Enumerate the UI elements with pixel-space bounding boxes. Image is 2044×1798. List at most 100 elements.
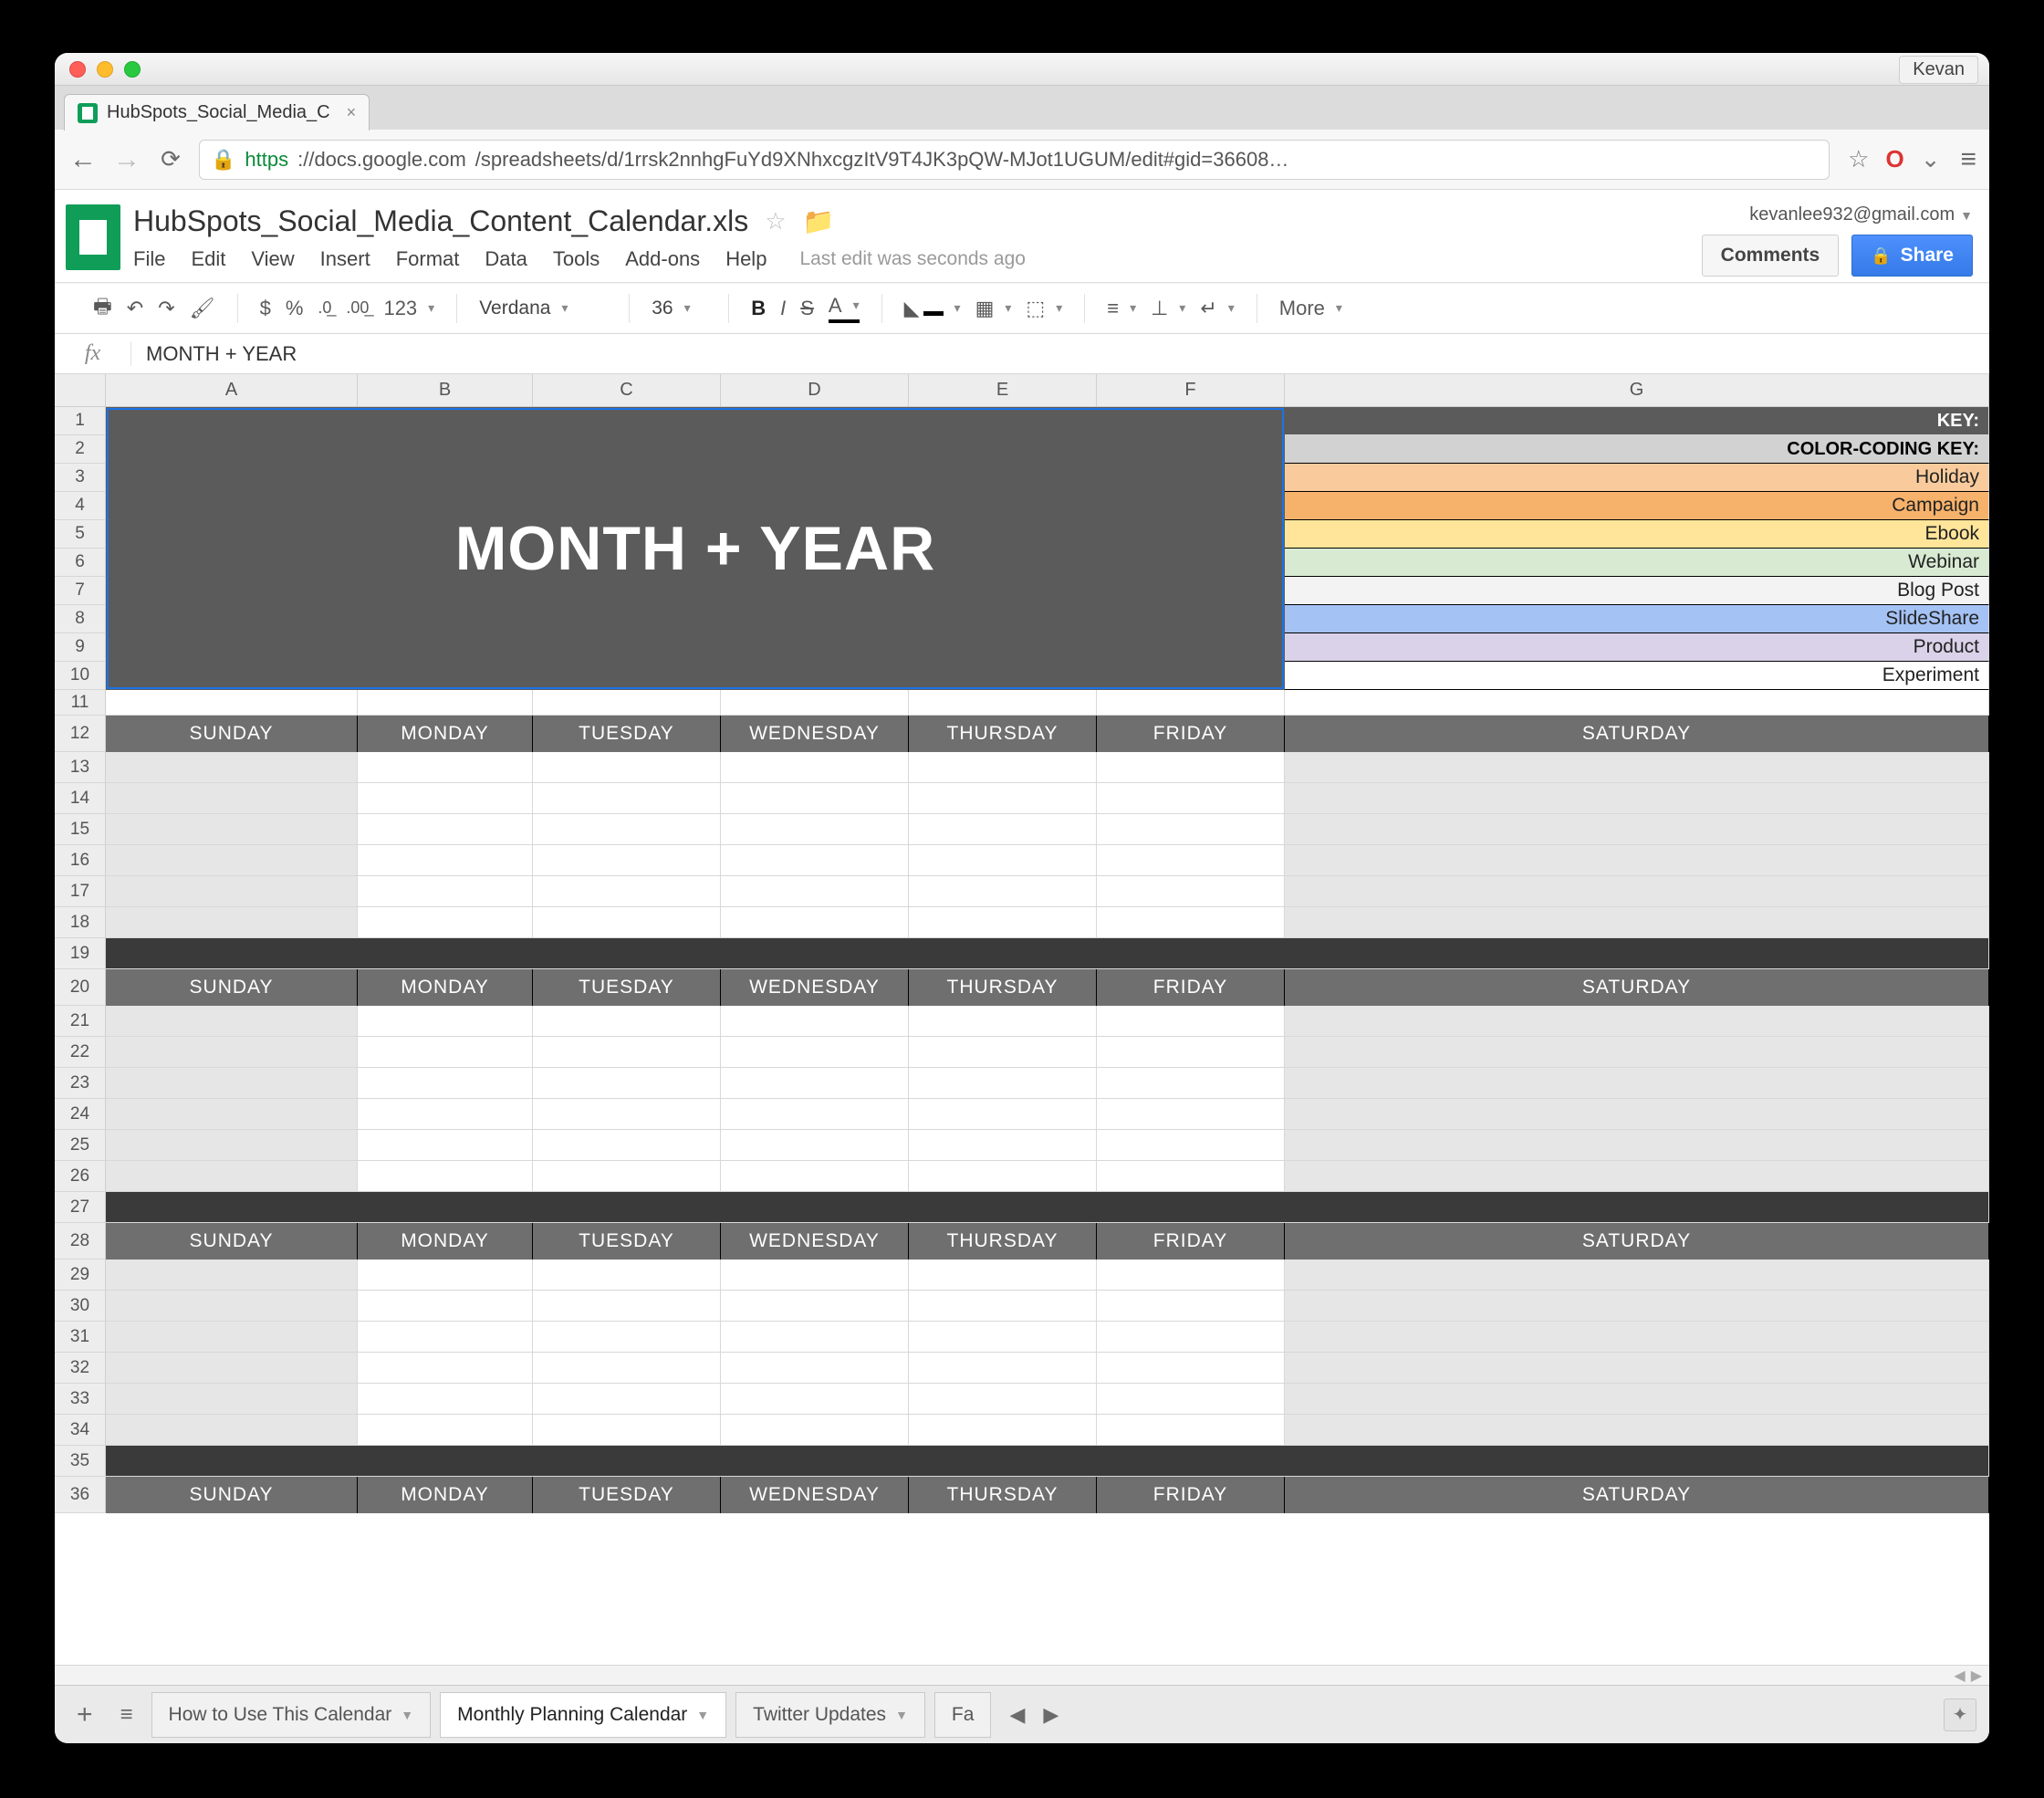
key-subheader-cell[interactable]: COLOR-CODING KEY:	[1285, 435, 1989, 464]
menu-file[interactable]: File	[133, 247, 165, 271]
calendar-cell[interactable]	[909, 876, 1097, 907]
calendar-cell[interactable]	[909, 1260, 1097, 1291]
calendar-cell[interactable]	[721, 876, 909, 907]
borders-button[interactable]: ▦	[975, 297, 1012, 320]
day-header-cell[interactable]: WEDNESDAY	[721, 1477, 909, 1513]
undo-button[interactable]: ↶	[127, 297, 143, 320]
row-header[interactable]: 30	[55, 1291, 106, 1322]
sheets-logo[interactable]	[66, 204, 120, 270]
calendar-cell[interactable]	[1285, 1006, 1989, 1037]
comments-button[interactable]: Comments	[1702, 235, 1840, 277]
calendar-cell[interactable]	[358, 1353, 533, 1384]
calendar-cell[interactable]	[721, 1291, 909, 1322]
pocket-icon[interactable]: ⌄	[1921, 145, 1941, 173]
calendar-cell[interactable]	[909, 1291, 1097, 1322]
row-header[interactable]: 12	[55, 716, 106, 752]
sheet-tab[interactable]: Monthly Planning Calendar▼	[440, 1692, 726, 1738]
calendar-cell[interactable]	[533, 783, 721, 814]
calendar-cell[interactable]	[1097, 907, 1285, 938]
calendar-cell[interactable]	[106, 1099, 358, 1130]
calendar-cell[interactable]	[533, 1099, 721, 1130]
row-header[interactable]: 7	[55, 577, 106, 605]
day-header-cell[interactable]: SATURDAY	[1285, 716, 1989, 752]
row-header[interactable]: 14	[55, 783, 106, 814]
row-header[interactable]: 18	[55, 907, 106, 938]
calendar-cell[interactable]	[1097, 1291, 1285, 1322]
menu-addons[interactable]: Add-ons	[625, 247, 700, 271]
calendar-cell[interactable]	[721, 752, 909, 783]
row-header[interactable]: 5	[55, 520, 106, 549]
calendar-cell[interactable]	[533, 1130, 721, 1161]
calendar-cell[interactable]	[1285, 1353, 1989, 1384]
toolbar-more-menu[interactable]: More	[1279, 297, 1342, 320]
reload-button[interactable]: ⟳	[155, 145, 186, 173]
calendar-cell[interactable]	[721, 1384, 909, 1415]
strikethrough-button[interactable]: S	[800, 297, 814, 320]
key-item-cell[interactable]: Blog Post	[1285, 577, 1989, 605]
calendar-cell[interactable]	[358, 1260, 533, 1291]
row-header[interactable]: 10	[55, 662, 106, 690]
calendar-cell[interactable]	[1285, 876, 1989, 907]
day-header-cell[interactable]: MONDAY	[358, 1223, 533, 1260]
day-header-cell[interactable]: THURSDAY	[909, 716, 1097, 752]
calendar-cell[interactable]	[1097, 1099, 1285, 1130]
zoom-window-button[interactable]	[124, 61, 141, 78]
text-wrap-button[interactable]: ↵	[1200, 297, 1234, 320]
calendar-cell[interactable]	[909, 1099, 1097, 1130]
calendar-cell[interactable]	[721, 1353, 909, 1384]
calendar-cell[interactable]	[721, 1068, 909, 1099]
calendar-cell[interactable]	[721, 1006, 909, 1037]
calendar-cell[interactable]	[1285, 845, 1989, 876]
column-header[interactable]: B	[358, 374, 533, 406]
calendar-cell[interactable]	[1285, 1161, 1989, 1192]
format-percent-button[interactable]: %	[286, 297, 304, 320]
calendar-cell[interactable]	[721, 1415, 909, 1446]
calendar-cell[interactable]	[909, 752, 1097, 783]
calendar-cell[interactable]	[106, 752, 358, 783]
calendar-cell[interactable]	[533, 1161, 721, 1192]
calendar-cell[interactable]	[1097, 1415, 1285, 1446]
star-document-button[interactable]: ☆	[765, 207, 786, 235]
calendar-cell[interactable]	[721, 1161, 909, 1192]
column-header[interactable]: E	[909, 374, 1097, 406]
calendar-cell[interactable]	[106, 1415, 358, 1446]
row-header[interactable]: 24	[55, 1099, 106, 1130]
calendar-cell[interactable]	[533, 1260, 721, 1291]
calendar-cell[interactable]	[106, 814, 358, 845]
row-header[interactable]: 17	[55, 876, 106, 907]
formula-input[interactable]: MONTH + YEAR	[131, 342, 1989, 366]
row-header[interactable]: 34	[55, 1415, 106, 1446]
print-button[interactable]: 🖶	[93, 291, 112, 326]
calendar-cell[interactable]	[106, 1291, 358, 1322]
row-header[interactable]: 16	[55, 845, 106, 876]
day-header-cell[interactable]: SUNDAY	[106, 1223, 358, 1260]
calendar-cell[interactable]	[358, 1037, 533, 1068]
day-header-cell[interactable]: TUESDAY	[533, 969, 721, 1006]
row-header[interactable]: 26	[55, 1161, 106, 1192]
calendar-cell[interactable]	[1097, 1260, 1285, 1291]
row-header[interactable]: 31	[55, 1322, 106, 1353]
day-header-cell[interactable]: FRIDAY	[1097, 969, 1285, 1006]
calendar-cell[interactable]	[358, 876, 533, 907]
row-header[interactable]: 21	[55, 1006, 106, 1037]
day-header-cell[interactable]: SUNDAY	[106, 969, 358, 1006]
day-header-cell[interactable]: SATURDAY	[1285, 969, 1989, 1006]
row-header[interactable]: 2	[55, 435, 106, 464]
calendar-cell[interactable]	[106, 1322, 358, 1353]
calendar-cell[interactable]	[533, 1322, 721, 1353]
day-header-cell[interactable]: SATURDAY	[1285, 1223, 1989, 1260]
calendar-cell[interactable]	[533, 1068, 721, 1099]
day-header-cell[interactable]: THURSDAY	[909, 1223, 1097, 1260]
calendar-cell[interactable]	[106, 783, 358, 814]
row-header[interactable]: 15	[55, 814, 106, 845]
add-sheet-button[interactable]: +	[68, 1699, 102, 1730]
cell[interactable]	[533, 690, 721, 716]
calendar-cell[interactable]	[1285, 1037, 1989, 1068]
calendar-cell[interactable]	[909, 814, 1097, 845]
calendar-cell[interactable]	[358, 1161, 533, 1192]
row-header[interactable]: 27	[55, 1192, 106, 1223]
move-to-folder-button[interactable]: 📁	[803, 206, 835, 236]
calendar-cell[interactable]	[358, 1099, 533, 1130]
calendar-cell[interactable]	[1097, 1130, 1285, 1161]
row-header[interactable]: 29	[55, 1260, 106, 1291]
